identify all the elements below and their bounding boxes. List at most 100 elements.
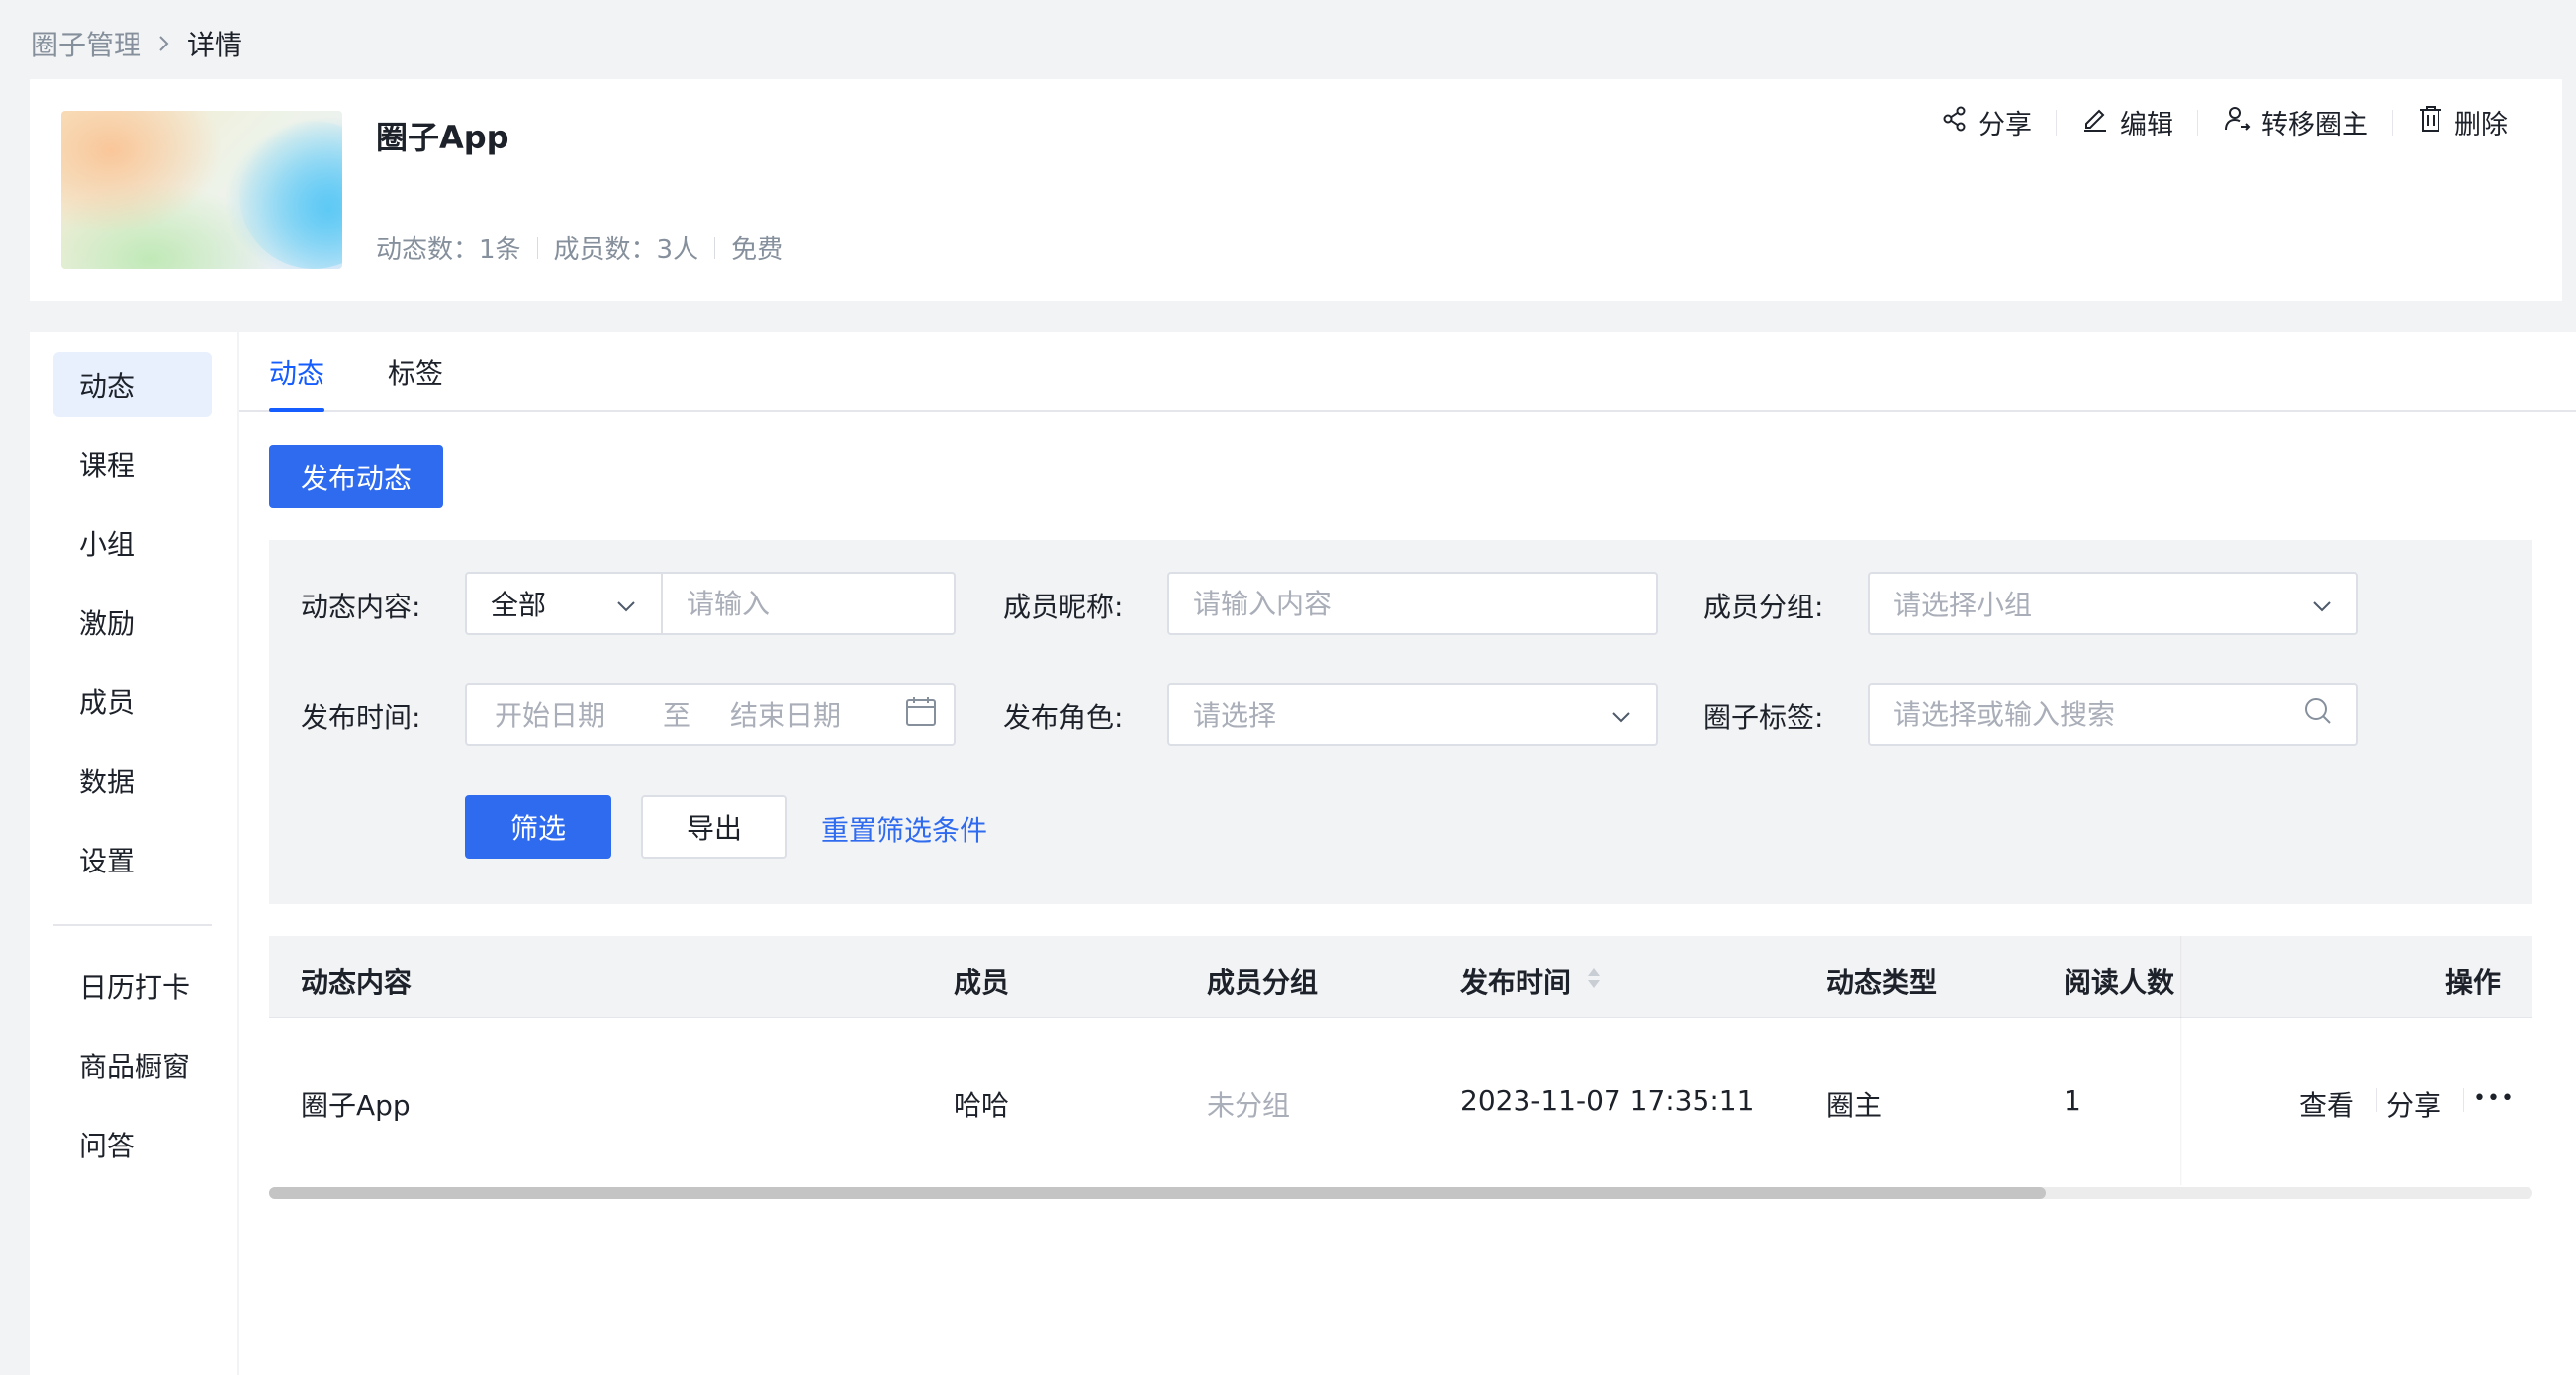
sidebar-item-incentives[interactable]: 激励 — [53, 590, 212, 655]
date-range-separator: 至 — [663, 699, 691, 732]
transfer-owner-label: 转移圈主 — [2261, 110, 2368, 140]
sidebar: 动态 课程 小组 激励 成员 数据 设置 日历打卡 商品橱窗 问答 — [30, 332, 237, 1375]
horizontal-scrollbar-thumb[interactable] — [269, 1187, 2046, 1199]
transfer-owner-icon — [2222, 104, 2261, 140]
sidebar-item-product-showcase[interactable]: 商品橱窗 — [53, 1033, 212, 1098]
divider — [2376, 1088, 2377, 1112]
breadcrumb: 圈子管理 详情 — [31, 24, 242, 63]
filter-panel: 动态内容: 全部 成员昵称: 成员分组: 请选择小组 发布时间: 开始日期 至 … — [269, 540, 2532, 904]
share-link[interactable]: 分享 — [2386, 1084, 2441, 1124]
chevron-down-icon — [2311, 588, 2333, 620]
share-button[interactable]: 分享 — [1941, 103, 2032, 141]
time-filter-label: 发布时间: — [301, 701, 421, 734]
sidebar-item-members[interactable]: 成员 — [53, 669, 212, 734]
column-header-time-label: 发布时间 — [1460, 966, 1572, 999]
breadcrumb-current: 详情 — [187, 29, 243, 61]
view-link[interactable]: 查看 — [2299, 1084, 2354, 1124]
share-icon — [1941, 105, 1978, 139]
posts-table: 动态内容 成员 成员分组 发布时间 动态类型 阅读人数 操作 圈子App 哈哈 … — [269, 936, 2532, 1199]
column-header-member: 成员 — [954, 966, 1010, 999]
tag-search-select[interactable] — [1868, 683, 2358, 746]
divider — [2463, 1088, 2464, 1112]
sidebar-item-settings[interactable]: 设置 — [53, 827, 212, 892]
column-header-time[interactable]: 发布时间 — [1460, 962, 1603, 1001]
nickname-filter-label: 成员昵称: — [1003, 591, 1124, 623]
content-search-field[interactable] — [687, 587, 930, 620]
divider — [2392, 109, 2393, 136]
column-header-reads: 阅读人数 — [2064, 966, 2175, 999]
circle-cover-image — [61, 111, 342, 269]
tab-tags[interactable]: 标签 — [388, 352, 443, 392]
sidebar-item-data[interactable]: 数据 — [53, 748, 212, 813]
end-date-placeholder: 结束日期 — [730, 699, 842, 732]
content-type-select[interactable]: 全部 — [465, 572, 663, 635]
tab-active-indicator — [269, 408, 324, 412]
divider — [2056, 109, 2057, 136]
divider — [2197, 109, 2198, 136]
group-select-placeholder: 请选择小组 — [1893, 589, 2033, 621]
search-icon — [2303, 696, 2333, 733]
circle-title: 圈子App — [376, 119, 509, 156]
transfer-owner-button[interactable]: 转移圈主 — [2222, 103, 2368, 141]
content-filter-label: 动态内容: — [301, 591, 421, 623]
trash-icon — [2417, 104, 2454, 140]
nickname-field[interactable] — [1193, 587, 1632, 620]
nickname-input[interactable] — [1167, 572, 1658, 635]
content-search-input[interactable] — [661, 572, 956, 635]
chevron-right-icon — [157, 33, 171, 54]
divider — [714, 236, 716, 259]
tab-posts[interactable]: 动态 — [269, 352, 324, 392]
column-header-ops: 操作 — [2445, 966, 2502, 999]
role-filter-label: 发布角色: — [1003, 701, 1124, 734]
delete-label: 删除 — [2454, 110, 2508, 140]
table-header: 动态内容 成员 成员分组 发布时间 动态类型 阅读人数 操作 — [269, 936, 2532, 1017]
export-button[interactable]: 导出 — [641, 795, 787, 859]
sort-icon[interactable] — [1585, 964, 1603, 999]
cell-time: 2023-11-07 17:35:11 — [1460, 1084, 1755, 1117]
post-count: 动态数：1条 — [376, 235, 521, 265]
publish-post-button[interactable]: 发布动态 — [269, 445, 443, 508]
content-type-value: 全部 — [491, 589, 547, 621]
start-date-placeholder: 开始日期 — [495, 699, 606, 732]
divider — [536, 236, 538, 259]
more-actions-icon[interactable]: ••• — [2473, 1086, 2515, 1111]
breadcrumb-parent-link[interactable]: 圈子管理 — [31, 24, 141, 63]
delete-button[interactable]: 删除 — [2417, 103, 2508, 141]
chevron-down-icon — [1610, 698, 1632, 731]
header-actions: 分享 编辑 转移圈主 删除 — [1941, 103, 2508, 141]
column-header-content: 动态内容 — [301, 966, 413, 999]
calendar-icon — [904, 694, 938, 735]
circle-header-card: 圈子App 动态数：1条 成员数：3人 免费 分享 编辑 转移圈主 删除 — [30, 79, 2562, 301]
edit-button[interactable]: 编辑 — [2080, 103, 2173, 141]
cell-content: 圈子App — [301, 1089, 411, 1122]
group-filter-label: 成员分组: — [1703, 591, 1824, 623]
member-count: 成员数：3人 — [553, 235, 699, 265]
sidebar-item-calendar-checkin[interactable]: 日历打卡 — [53, 954, 212, 1019]
sidebar-divider — [53, 924, 212, 926]
sidebar-item-courses[interactable]: 课程 — [53, 431, 212, 497]
fixed-column-shadow — [2180, 936, 2182, 1185]
column-header-type: 动态类型 — [1826, 966, 1938, 999]
cell-type: 圈主 — [1826, 1089, 1883, 1122]
share-label: 分享 — [1978, 110, 2032, 140]
date-range-picker[interactable]: 开始日期 至 结束日期 — [465, 683, 956, 746]
sidebar-item-qa[interactable]: 问答 — [53, 1112, 212, 1177]
reset-filters-link[interactable]: 重置筛选条件 — [821, 809, 987, 849]
tab-bar: 动态 标签 — [239, 332, 2576, 412]
sidebar-item-posts[interactable]: 动态 — [53, 352, 212, 417]
cell-reads: 1 — [2064, 1084, 2081, 1117]
filter-button[interactable]: 筛选 — [465, 795, 611, 859]
role-select[interactable]: 请选择 — [1167, 683, 1658, 746]
role-select-placeholder: 请选择 — [1193, 699, 1277, 732]
sidebar-item-groups[interactable]: 小组 — [53, 510, 212, 576]
tag-search-field[interactable] — [1893, 697, 2303, 731]
price-label: 免费 — [731, 235, 783, 265]
edit-label: 编辑 — [2120, 110, 2173, 140]
main-panel: 动态 标签 发布动态 动态内容: 全部 成员昵称: 成员分组: 请选择小组 — [239, 332, 2576, 1375]
group-select[interactable]: 请选择小组 — [1868, 572, 2358, 635]
column-header-group: 成员分组 — [1207, 966, 1319, 999]
edit-icon — [2080, 104, 2120, 140]
cell-member: 哈哈 — [954, 1089, 1010, 1122]
circle-stats: 动态数：1条 成员数：3人 免费 — [376, 229, 782, 266]
tag-filter-label: 圈子标签: — [1703, 701, 1824, 734]
